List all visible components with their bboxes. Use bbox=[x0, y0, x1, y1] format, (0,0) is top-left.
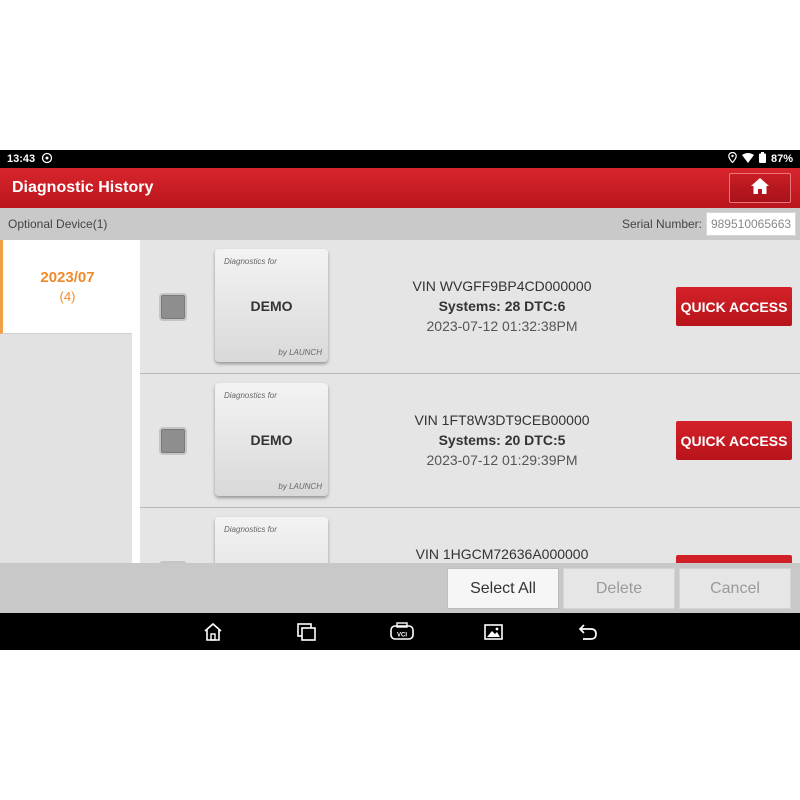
card-brand: by LAUNCH bbox=[278, 348, 322, 357]
battery-icon bbox=[758, 152, 766, 166]
record-checkbox[interactable] bbox=[159, 293, 187, 321]
page-title: Diagnostic History bbox=[12, 179, 154, 196]
quick-access-button[interactable]: QUICK ACCESS bbox=[676, 287, 792, 326]
card-label: DEMO bbox=[250, 432, 293, 448]
app-header: Diagnostic History bbox=[0, 168, 800, 208]
action-bar: Select All Delete Cancel bbox=[0, 563, 800, 613]
record-vin: VIN 1FT8W3DT9CEB00000 bbox=[414, 412, 590, 428]
record-datetime: 2023-07-12 01:29:39PM bbox=[426, 452, 578, 468]
device-screen: 13:43 87% Diagnostic History Optional De… bbox=[0, 150, 800, 650]
month-group-item[interactable]: 2023/07 (4) bbox=[0, 240, 132, 334]
home-icon bbox=[750, 177, 770, 200]
record-vin: VIN 1HGCM72636A000000 bbox=[415, 546, 589, 562]
home-button[interactable] bbox=[729, 173, 791, 203]
record-systems: Systems: 20 DTC:5 bbox=[438, 432, 566, 448]
history-record[interactable]: Diagnostics for DEMO by LAUNCH VIN WVGFF… bbox=[140, 240, 800, 374]
history-record[interactable]: Diagnostics for VIN 1HGCM72636A000000 bbox=[140, 508, 800, 563]
demo-card[interactable]: Diagnostics for DEMO by LAUNCH bbox=[215, 383, 328, 496]
status-time: 13:43 bbox=[7, 153, 36, 165]
month-sidebar: 2023/07 (4) bbox=[0, 240, 132, 563]
month-label: 2023/07 bbox=[40, 269, 95, 286]
battery-level: 87% bbox=[770, 153, 793, 165]
system-nav-bar: VCI bbox=[0, 613, 800, 650]
history-record[interactable]: Diagnostics for DEMO by LAUNCH VIN 1FT8W… bbox=[140, 374, 800, 508]
quick-access-button[interactable]: QUICK ACCESS bbox=[676, 421, 792, 460]
optional-device-label: Optional Device(1) bbox=[8, 217, 108, 231]
home-icon[interactable] bbox=[202, 622, 224, 642]
vci-icon[interactable]: VCI bbox=[389, 622, 415, 642]
select-all-button[interactable]: Select All bbox=[447, 568, 559, 609]
history-list[interactable]: Diagnostics for DEMO by LAUNCH VIN WVGFF… bbox=[140, 240, 800, 563]
card-caption: Diagnostics for bbox=[224, 525, 277, 534]
record-systems: Systems: 28 DTC:6 bbox=[438, 298, 566, 314]
card-label: DEMO bbox=[250, 298, 293, 314]
record-info: VIN WVGFF9BP4CD000000 Systems: 28 DTC:6 … bbox=[375, 278, 629, 334]
status-bar: 13:43 87% bbox=[0, 150, 800, 168]
record-vin: VIN WVGFF9BP4CD000000 bbox=[412, 278, 592, 294]
device-bar: Optional Device(1) Serial Number: 989510… bbox=[0, 208, 800, 240]
card-caption: Diagnostics for bbox=[224, 391, 277, 400]
record-datetime: 2023-07-12 01:32:38PM bbox=[426, 318, 578, 334]
location-icon bbox=[728, 151, 737, 166]
svg-text:VCI: VCI bbox=[397, 633, 407, 639]
panel-divider bbox=[132, 240, 140, 563]
demo-card[interactable]: Diagnostics for DEMO by LAUNCH bbox=[215, 249, 328, 362]
settings-notification-icon bbox=[41, 152, 53, 167]
recent-apps-icon[interactable] bbox=[296, 622, 318, 642]
back-icon[interactable] bbox=[577, 622, 599, 642]
wifi-icon bbox=[741, 152, 754, 166]
record-info: VIN 1HGCM72636A000000 bbox=[375, 546, 629, 562]
demo-card[interactable]: Diagnostics for bbox=[215, 517, 328, 563]
gallery-icon[interactable] bbox=[483, 622, 505, 642]
serial-number-label: Serial Number: bbox=[621, 217, 702, 231]
record-info: VIN 1FT8W3DT9CEB00000 Systems: 20 DTC:5 … bbox=[375, 412, 629, 468]
cancel-button[interactable]: Cancel bbox=[679, 568, 791, 609]
card-brand: by LAUNCH bbox=[278, 482, 322, 491]
quick-access-button[interactable] bbox=[676, 555, 792, 563]
record-checkbox[interactable] bbox=[159, 427, 187, 455]
month-count: (4) bbox=[59, 289, 76, 304]
serial-number-field[interactable]: 989510065663 bbox=[706, 212, 796, 236]
delete-button[interactable]: Delete bbox=[563, 568, 675, 609]
card-caption: Diagnostics for bbox=[224, 257, 277, 266]
